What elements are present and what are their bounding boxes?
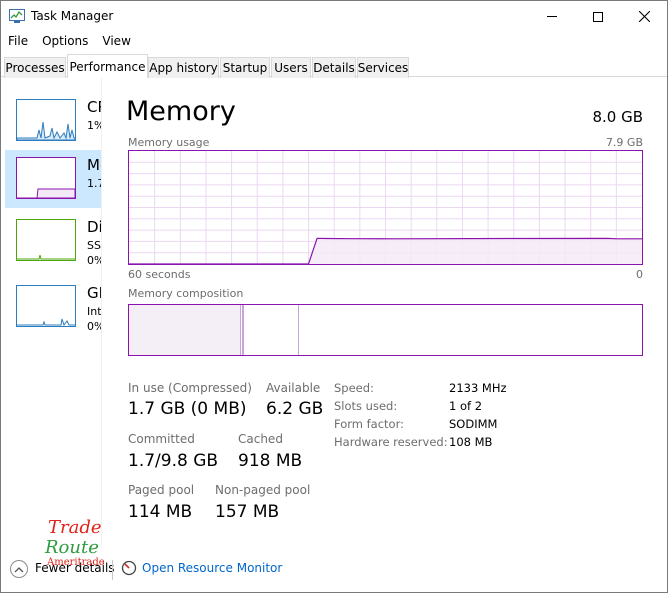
non-paged-pool-label: Non-paged pool [215, 483, 311, 497]
slots-used-label: Slots used: [334, 399, 398, 413]
speed-value: 2133 MHz [449, 381, 507, 395]
cpu-thumbnail-graph [16, 99, 76, 141]
speed-label: Speed: [334, 381, 374, 395]
paged-pool-label: Paged pool [128, 483, 195, 497]
composition-in-use-segment [129, 305, 241, 355]
menu-bar: File Options View [1, 32, 667, 52]
task-manager-icon [9, 9, 25, 23]
sidebar-item-disk-sub: SSD [87, 239, 101, 252]
sidebar-item-cpu-name: CPU [87, 98, 101, 116]
footer-bar: Fewer details Open Resource Monitor [1, 554, 667, 592]
axis-label-60-seconds: 60 seconds [128, 268, 191, 281]
tab-details[interactable]: Details [312, 57, 356, 78]
chevron-up-icon [14, 566, 24, 572]
sidebar-item-memory-sub: 1.7/7.9 GB (22%) [87, 177, 101, 190]
memory-usage-plot [129, 151, 642, 265]
tab-strip: Processes Performance App history Startu… [1, 54, 667, 78]
resource-sidebar: CPU 1% 2.29 GHz Memory 1.7/7.9 GB (22%) … [1, 78, 101, 548]
composition-free-segment [300, 305, 642, 355]
axis-label-zero: 0 [636, 268, 643, 281]
in-use-value: 1.7 GB (0 MB) [128, 399, 247, 419]
menu-view[interactable]: View [95, 32, 137, 52]
tab-startup[interactable]: Startup [220, 57, 270, 78]
memory-usage-max: 7.9 GB [605, 136, 643, 149]
cached-value: 918 MB [238, 451, 303, 471]
sidebar-item-memory[interactable]: Memory 1.7/7.9 GB (22%) [5, 150, 101, 208]
memory-total: 8.0 GB [592, 108, 643, 126]
title-bar: Task Manager [1, 1, 667, 32]
menu-file[interactable]: File [1, 32, 35, 52]
composition-standby-segment [244, 305, 299, 355]
memory-usage-label: Memory usage [128, 136, 210, 149]
minimize-button[interactable] [529, 1, 575, 32]
committed-value: 1.7/9.8 GB [128, 451, 219, 471]
non-paged-pool-value: 157 MB [215, 502, 280, 522]
fewer-details-button[interactable] [10, 560, 28, 578]
memory-composition-label: Memory composition [128, 287, 244, 300]
slots-used-value: 1 of 2 [449, 399, 483, 413]
sidebar-item-cpu-sub: 1% 2.29 GHz [87, 119, 101, 132]
memory-usage-chart [128, 150, 643, 265]
sidebar-item-gpu-name: GPU 0 [87, 284, 101, 302]
paged-pool-value: 114 MB [128, 502, 193, 522]
window-title: Task Manager [31, 9, 114, 23]
resource-monitor-icon [121, 560, 137, 576]
hardware-reserved-value: 108 MB [449, 435, 493, 449]
tab-users[interactable]: Users [271, 57, 311, 78]
sidebar-item-disk[interactable]: Disk 0 (C:) SSD 0% [7, 212, 101, 270]
gpu-thumbnail-graph [16, 285, 76, 327]
disk-thumbnail-graph [16, 219, 76, 261]
open-resource-monitor-link[interactable]: Open Resource Monitor [142, 561, 282, 575]
maximize-icon [593, 11, 603, 22]
sidebar-item-cpu[interactable]: CPU 1% 2.29 GHz [7, 92, 101, 150]
memory-thumbnail-graph [16, 157, 76, 199]
sidebar-item-memory-name: Memory [87, 156, 101, 174]
tab-processes[interactable]: Processes [4, 57, 66, 78]
cached-label: Cached [238, 432, 283, 446]
memory-panel: Memory 8.0 GB Memory usage 7.9 GB 60 sec… [101, 78, 667, 548]
available-label: Available [266, 381, 321, 395]
close-icon [638, 11, 650, 22]
menu-options[interactable]: Options [35, 32, 95, 52]
tab-app-history[interactable]: App history [148, 57, 219, 78]
available-value: 6.2 GB [266, 399, 324, 419]
in-use-label: In use (Compressed) [128, 381, 252, 395]
committed-label: Committed [128, 432, 195, 446]
memory-composition-bar [128, 304, 643, 356]
footer-separator [112, 560, 113, 580]
sidebar-item-gpu-usage: 0% [87, 320, 101, 333]
sidebar-item-gpu-sub: Intel(R) UHD Graphics [87, 305, 101, 318]
hardware-reserved-label: Hardware reserved: [334, 435, 448, 449]
form-factor-value: SODIMM [449, 417, 498, 431]
sidebar-item-gpu[interactable]: GPU 0 Intel(R) UHD Graphics 0% [7, 278, 101, 336]
form-factor-label: Form factor: [334, 417, 404, 431]
tab-performance[interactable]: Performance [67, 54, 148, 78]
task-manager-window: Task Manager File Options View Processes… [0, 0, 668, 593]
maximize-button[interactable] [575, 1, 621, 32]
minimize-icon [547, 16, 557, 17]
fewer-details-link[interactable]: Fewer details [35, 561, 115, 575]
sidebar-item-disk-usage: 0% [87, 254, 101, 267]
close-button[interactable] [621, 1, 667, 32]
sidebar-item-disk-name: Disk 0 (C:) [87, 218, 101, 236]
tab-services[interactable]: Services [357, 57, 409, 78]
page-title: Memory [126, 96, 236, 127]
